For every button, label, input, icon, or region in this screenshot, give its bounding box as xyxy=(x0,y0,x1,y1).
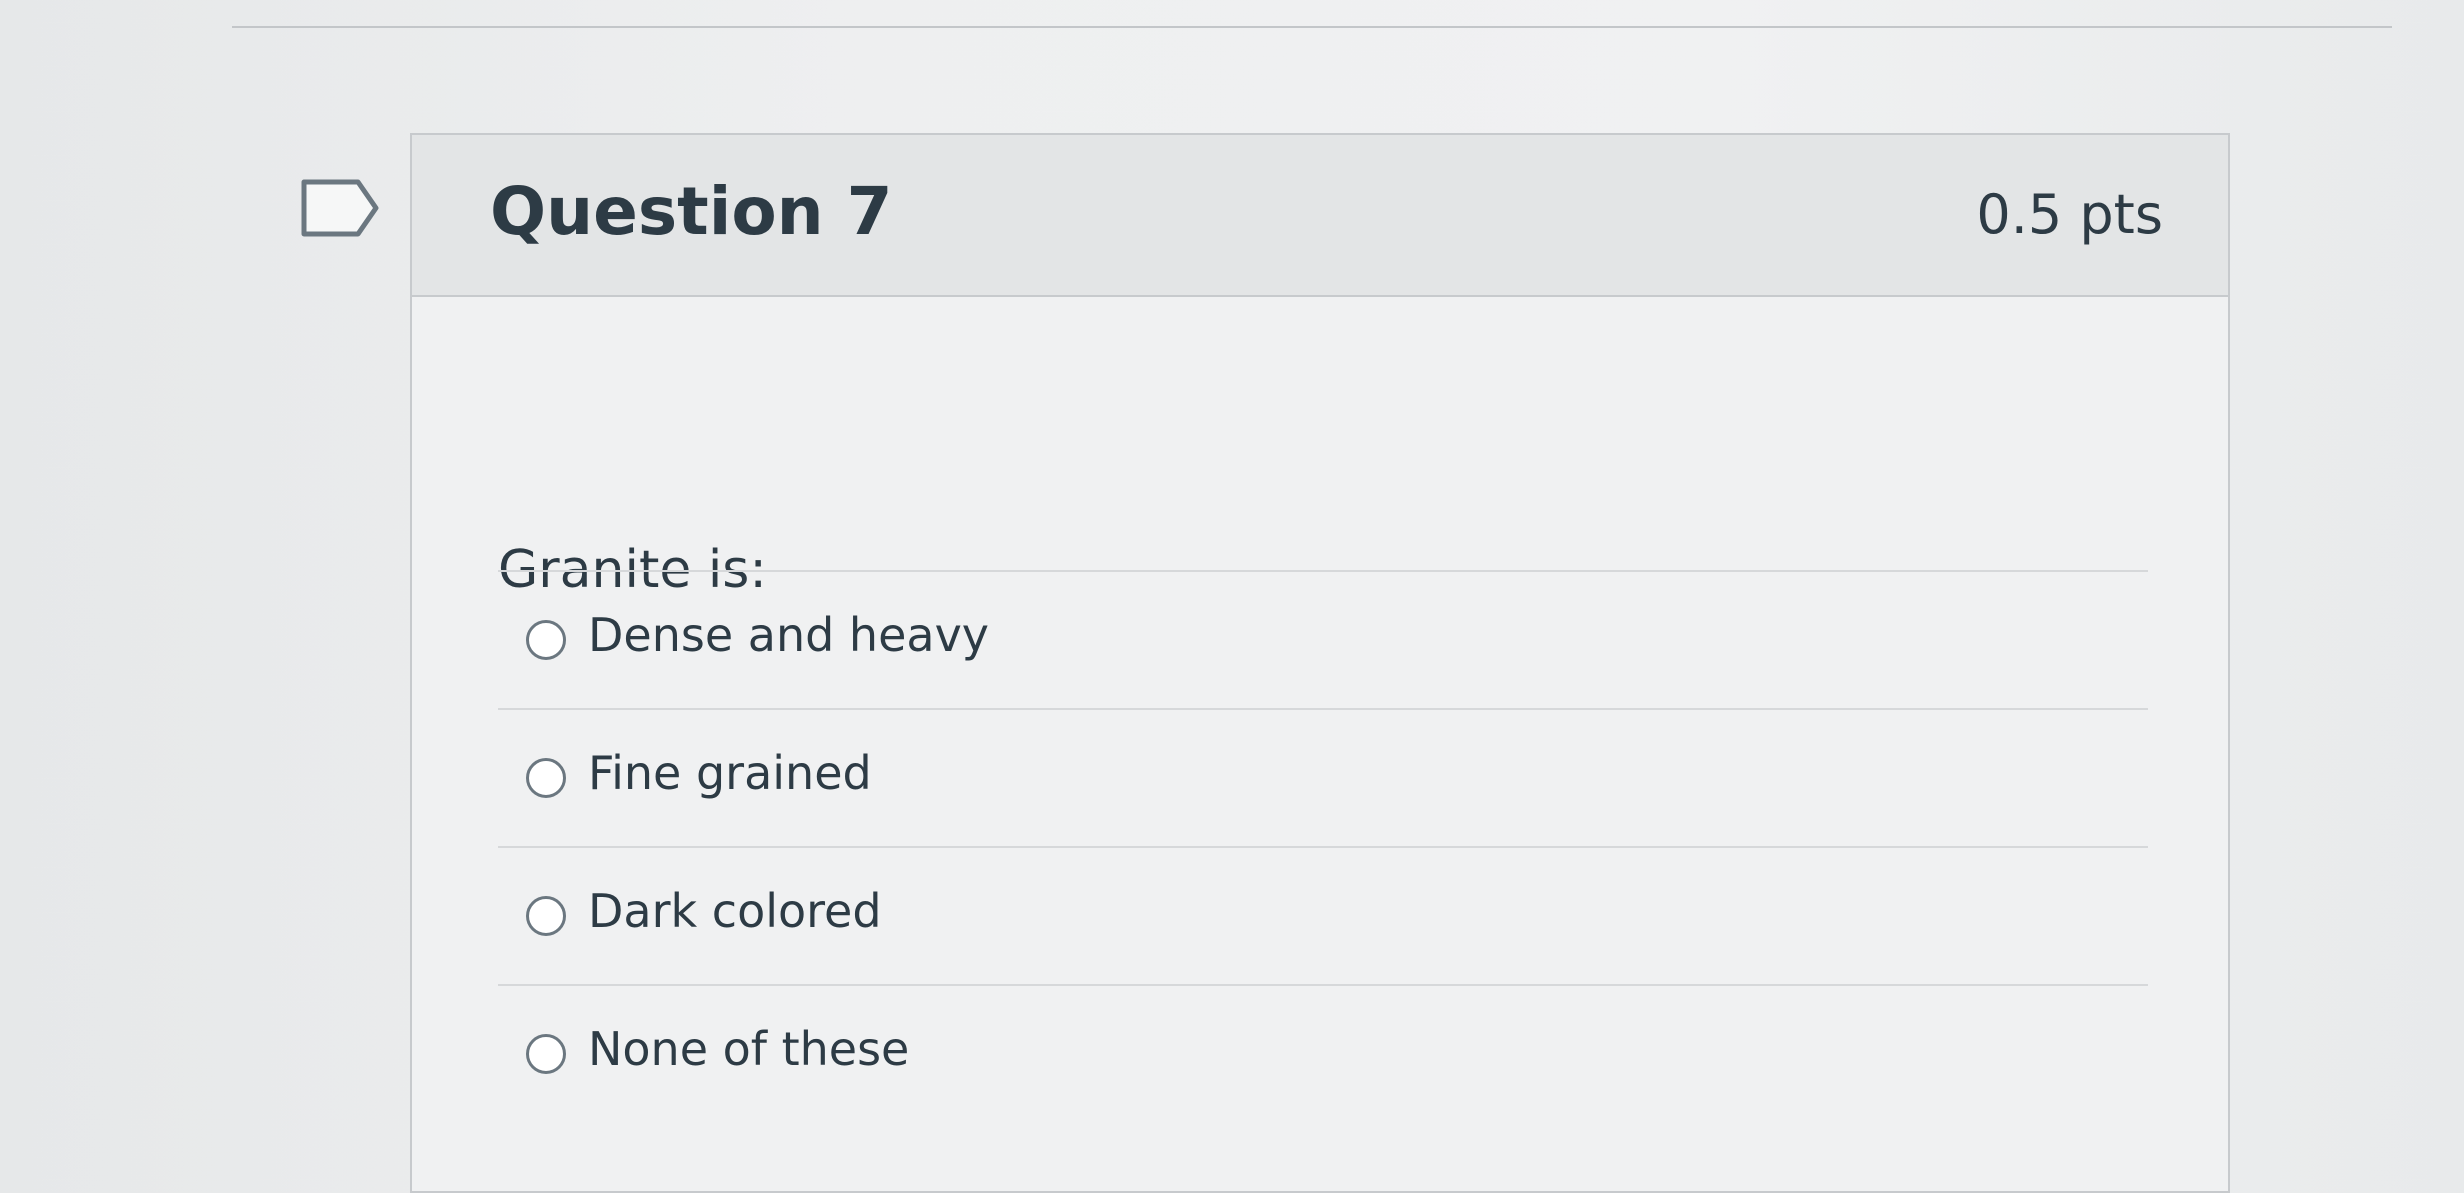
flag-question-icon[interactable] xyxy=(300,178,380,238)
answer-label[interactable]: Dense and heavy xyxy=(588,604,989,666)
question-card: Question 7 0.5 pts Granite is: Dense and… xyxy=(410,133,2230,1193)
answer-option[interactable]: Fine grained xyxy=(498,708,2148,846)
answer-label[interactable]: None of these xyxy=(588,1018,909,1080)
answer-option[interactable]: Dense and heavy xyxy=(498,570,2148,708)
radio-button-icon[interactable] xyxy=(526,758,566,798)
question-header: Question 7 0.5 pts xyxy=(412,135,2228,297)
answer-label[interactable]: Dark colored xyxy=(588,880,882,942)
radio-button-icon[interactable] xyxy=(526,620,566,660)
radio-button-icon[interactable] xyxy=(526,1034,566,1074)
question-points: 0.5 pts xyxy=(1976,183,2163,246)
answer-option[interactable]: None of these xyxy=(498,984,2148,1122)
question-title: Question 7 xyxy=(490,173,893,250)
radio-button-icon[interactable] xyxy=(526,896,566,936)
answer-list: Dense and heavy Fine grained Dark colore… xyxy=(498,570,2148,1122)
answer-label[interactable]: Fine grained xyxy=(588,742,872,804)
answer-option[interactable]: Dark colored xyxy=(498,846,2148,984)
top-divider xyxy=(232,26,2392,28)
